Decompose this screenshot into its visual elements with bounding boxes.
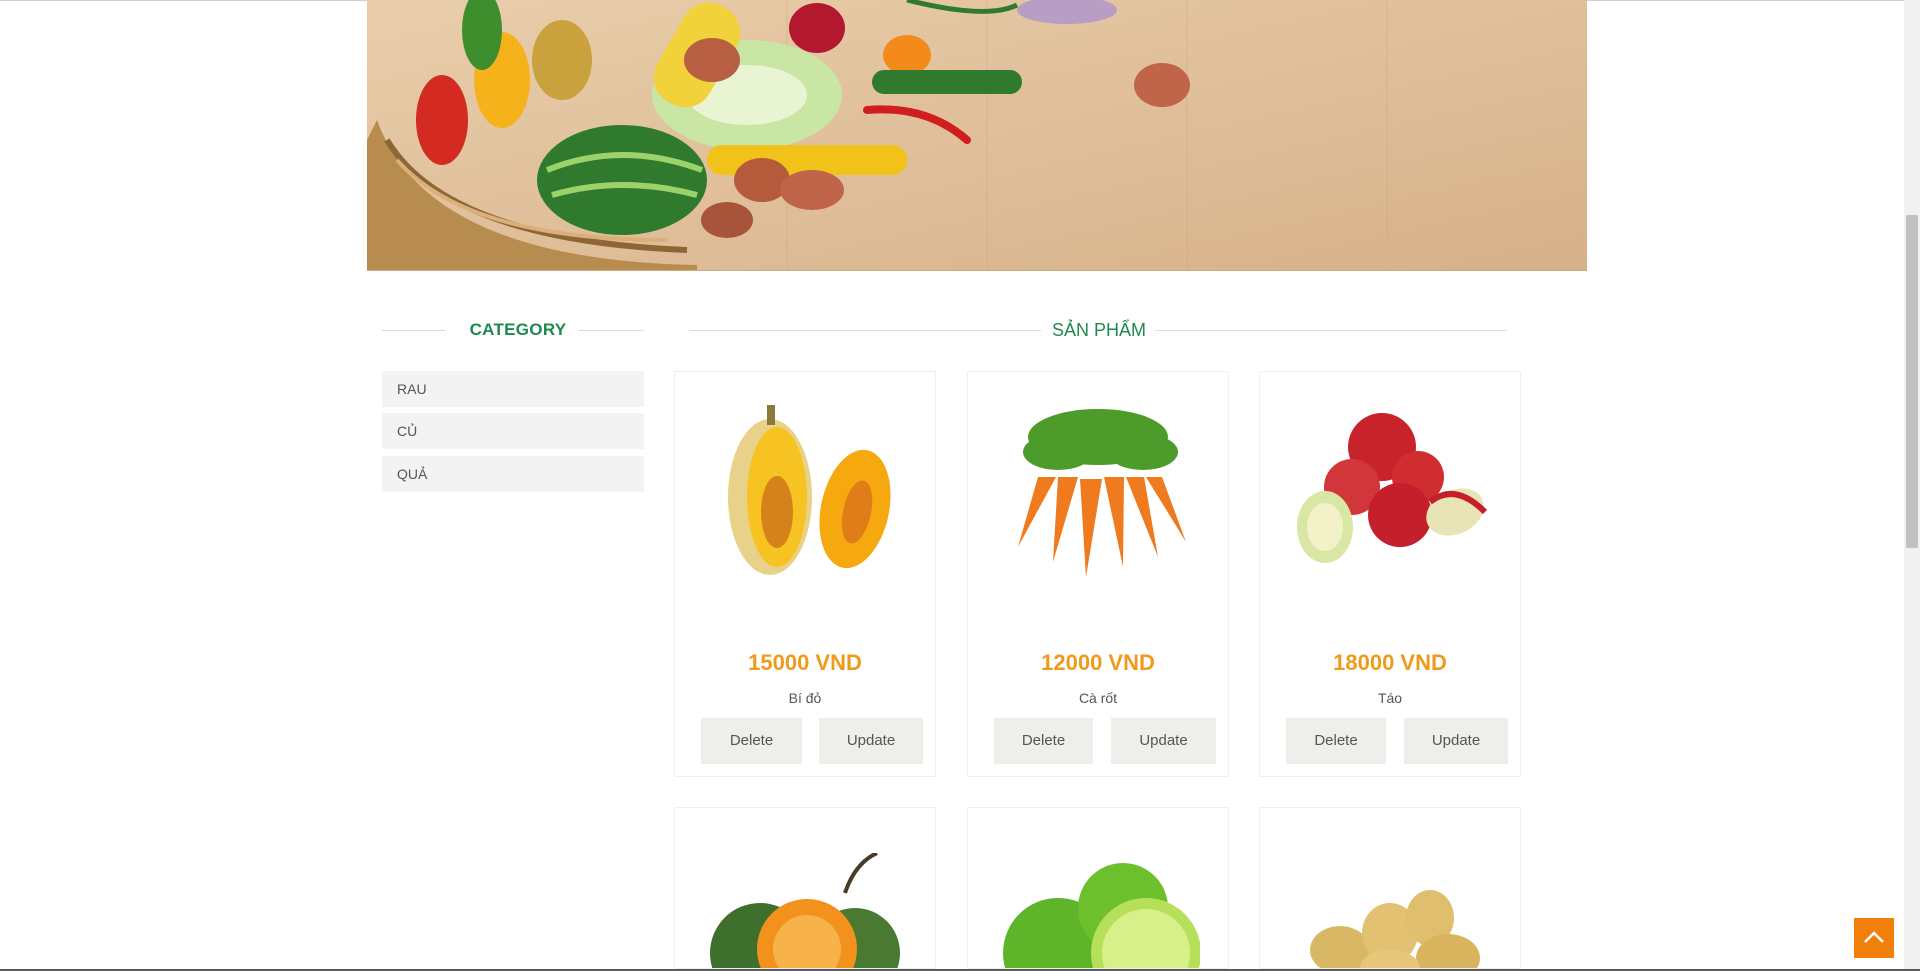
hero-banner — [367, 0, 1587, 271]
lime-image — [998, 858, 1201, 968]
category-item-cu[interactable]: CỦ — [382, 413, 644, 449]
scroll-to-top-button[interactable] — [1854, 918, 1894, 958]
product-card — [967, 807, 1229, 969]
carrot-image — [998, 397, 1200, 587]
category-item-qua[interactable]: QUẢ — [382, 456, 644, 492]
category-heading-row: CATEGORY — [382, 318, 644, 342]
product-card: 15000 VND Bí đỏ Delete Update — [674, 371, 936, 777]
category-divider-left — [382, 330, 446, 331]
delete-button[interactable]: Delete — [1286, 718, 1386, 764]
product-name: Cà rốt — [1078, 690, 1118, 706]
category-item-rau[interactable]: RAU — [382, 371, 644, 407]
update-button[interactable]: Update — [1111, 718, 1216, 764]
product-price: 18000 VND — [1333, 650, 1447, 675]
update-button[interactable]: Update — [819, 718, 923, 764]
product-name: Bí đỏ — [788, 690, 822, 706]
product-price: 12000 VND — [1041, 650, 1155, 675]
potato-image — [1290, 888, 1492, 968]
products-title: SẢN PHẨM — [1051, 320, 1147, 340]
orange-image — [705, 851, 907, 968]
chevron-up-icon — [1864, 931, 1884, 943]
products-heading-row: SẢN PHẨM — [689, 318, 1507, 342]
apple-image — [1290, 397, 1492, 587]
delete-button[interactable]: Delete — [994, 718, 1093, 764]
update-button[interactable]: Update — [1404, 718, 1508, 764]
category-divider-right — [578, 330, 644, 331]
category-title: CATEGORY — [469, 320, 567, 339]
products-divider-left — [689, 330, 1041, 331]
products-divider-right — [1155, 330, 1507, 331]
pumpkin-image — [705, 397, 907, 587]
product-card — [1259, 807, 1521, 969]
scrollbar-thumb[interactable] — [1906, 215, 1918, 548]
product-card — [674, 807, 936, 969]
delete-button[interactable]: Delete — [701, 718, 802, 764]
product-card: 18000 VND Táo Delete Update — [1259, 371, 1521, 777]
product-name: Táo — [1377, 690, 1403, 706]
product-card: 12000 VND Cà rốt Delete Update — [967, 371, 1229, 777]
product-price: 15000 VND — [748, 650, 862, 675]
